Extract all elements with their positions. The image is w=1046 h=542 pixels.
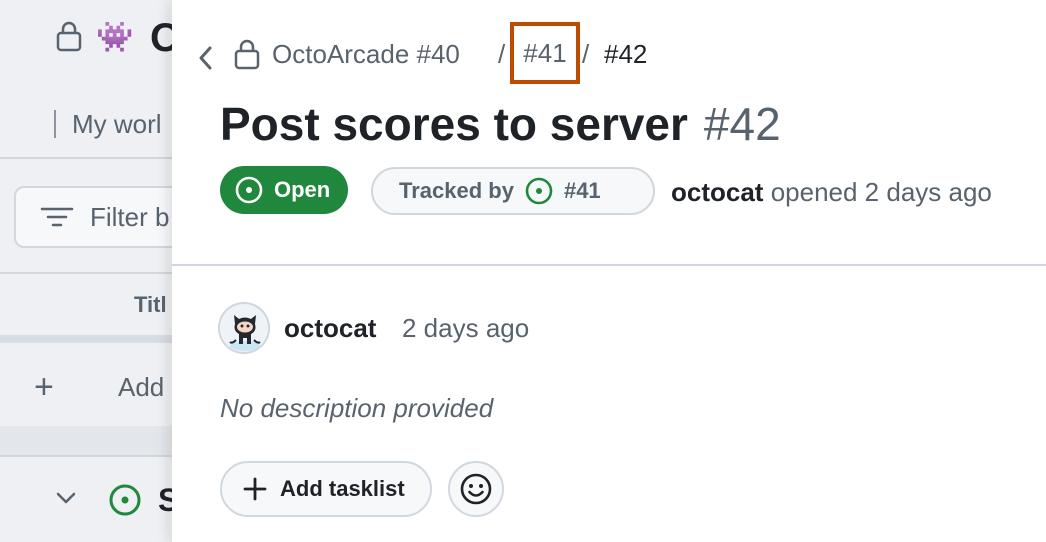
- octocat-avatar-image: [229, 315, 261, 351]
- filter-icon: [40, 207, 74, 227]
- issue-title-text: Post scores to server: [220, 98, 688, 150]
- column-header-title[interactable]: Titl: [134, 290, 167, 320]
- issue-description: No description provided: [220, 393, 494, 423]
- add-item-button[interactable]: Add: [118, 370, 164, 404]
- issue-opened-text: opened 2 days ago: [770, 177, 992, 207]
- group-band: [0, 426, 172, 456]
- header-divider: [0, 157, 172, 159]
- tracked-by-label: Tracked by: [399, 178, 514, 203]
- tracked-by-issue-link[interactable]: #41: [564, 178, 601, 204]
- project-header: 👾 O My worl: [0, 0, 181, 158]
- issue-title: Post scores to server #42: [220, 96, 781, 152]
- comment-author-link[interactable]: octocat: [284, 310, 376, 346]
- project-emoji: 👾: [96, 21, 134, 54]
- chevron-left-icon: [199, 46, 212, 70]
- issue-open-icon: [235, 176, 263, 204]
- status-label: Open: [274, 177, 331, 202]
- header-divider: [172, 264, 1046, 266]
- issue-author-link[interactable]: octocat: [671, 177, 763, 207]
- avatar[interactable]: [218, 302, 270, 354]
- breadcrumb-current-issue: #42: [604, 39, 648, 69]
- add-tasklist-button[interactable]: Add tasklist: [220, 461, 432, 517]
- filter-placeholder: Filter b: [90, 202, 170, 232]
- breadcrumb-separator: /: [498, 39, 506, 69]
- view-tab[interactable]: My worl: [72, 106, 162, 142]
- issue-open-icon: [109, 484, 141, 516]
- table-divider: [0, 272, 172, 274]
- issue-open-icon: [525, 177, 553, 205]
- group-divider: [0, 455, 172, 457]
- status-badge: Open: [220, 166, 349, 214]
- add-tasklist-label: Add tasklist: [280, 476, 405, 501]
- breadcrumb-separator: /: [582, 39, 590, 69]
- lock-icon: [234, 39, 260, 70]
- lock-icon: [56, 21, 82, 52]
- back-button[interactable]: [192, 42, 218, 74]
- smiley-icon: [460, 473, 492, 505]
- add-reaction-button[interactable]: [448, 461, 504, 517]
- comment-timestamp[interactable]: 2 days ago: [402, 310, 529, 346]
- chevron-down-icon[interactable]: [54, 486, 78, 510]
- issue-opened-meta: octocat opened 2 days ago: [671, 174, 992, 210]
- column-header-border: [0, 335, 172, 343]
- plus-icon: [243, 477, 267, 501]
- breadcrumb-parent-issue-link[interactable]: #41: [510, 22, 580, 84]
- breadcrumb-project-link[interactable]: OctoArcade #40: [272, 36, 460, 72]
- tab-separator: [54, 110, 56, 138]
- tracked-by-badge[interactable]: Tracked by #41: [371, 167, 655, 215]
- issue-number: #42: [703, 98, 781, 150]
- issue-side-panel: OctoArcade #40 / #41 / #42 Post scores t…: [172, 0, 1046, 542]
- plus-icon[interactable]: +: [34, 368, 54, 406]
